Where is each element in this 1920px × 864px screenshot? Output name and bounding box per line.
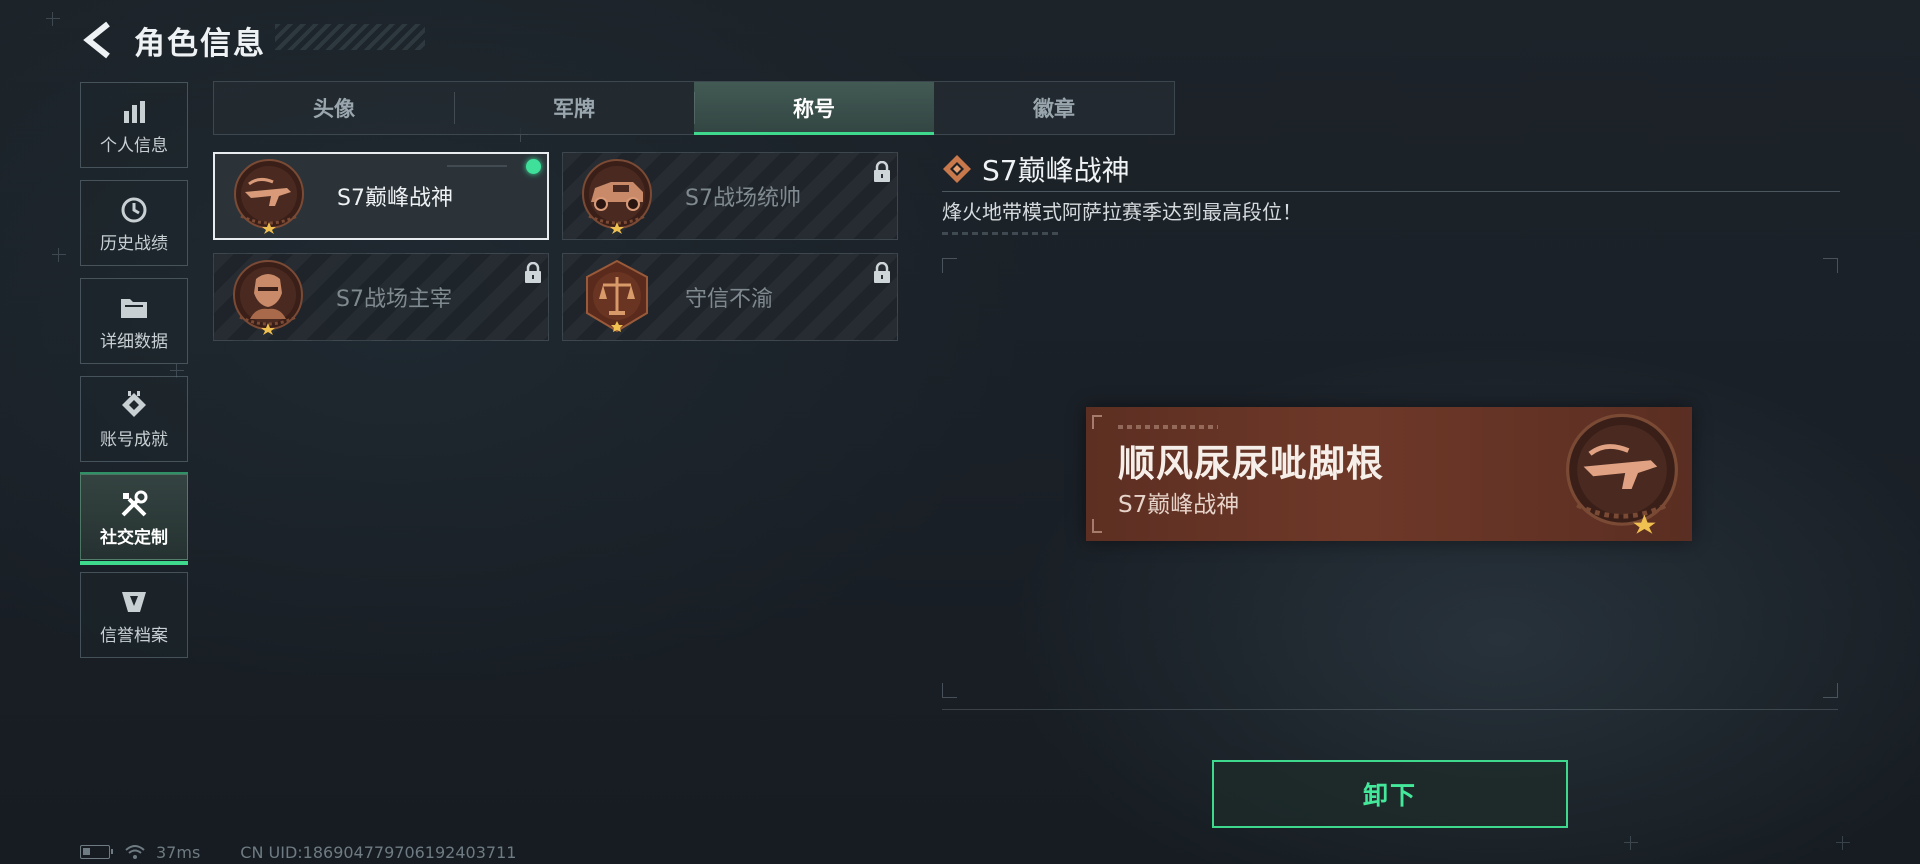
- grid-mark: [46, 12, 60, 26]
- title-card-trustworthy[interactable]: 守信不渝: [562, 253, 898, 341]
- detail-description: 烽火地带模式阿萨拉赛季达到最高段位！: [942, 200, 1302, 224]
- sidebar-item-label: 社交定制: [100, 527, 168, 548]
- credit-shield-icon: [122, 591, 146, 612]
- history-clock-icon: [121, 197, 147, 222]
- nameplate-preview: 顺风尿尿呲脚根 S7巅峰战神: [1086, 407, 1692, 541]
- player-name: 顺风尿尿呲脚根: [1118, 442, 1384, 485]
- grid-mark: [1624, 836, 1638, 850]
- title-card-s7-peak-god[interactable]: S7巅峰战神: [213, 152, 549, 240]
- unequip-button[interactable]: 卸下: [1212, 760, 1568, 828]
- category-tabs: 头像 军牌 称号 徽章: [213, 81, 1175, 135]
- sidebar-item-label: 详细数据: [100, 331, 168, 352]
- description-decoration: [942, 232, 1062, 235]
- detail-title: S7巅峰战神: [982, 154, 1130, 187]
- folder-icon: [121, 298, 147, 318]
- sidebar-item-history[interactable]: 历史战绩: [80, 180, 188, 266]
- grid-mark: [52, 248, 66, 262]
- tab-dogtag[interactable]: 军牌: [454, 82, 694, 134]
- divider: [942, 191, 1840, 192]
- back-button[interactable]: [80, 20, 116, 60]
- bar-chart-icon: [124, 100, 145, 123]
- sidebar-item-credit[interactable]: 信誉档案: [80, 572, 188, 658]
- sidebar: 个人信息 历史战绩 详细数据 账号成就 社交定制 信誉档案: [80, 82, 190, 670]
- title-decoration: [275, 24, 425, 50]
- scales-emblem-icon: [586, 259, 648, 333]
- equipped-indicator: [526, 159, 541, 174]
- lock-icon: [524, 261, 542, 288]
- tab-badge[interactable]: 徽章: [934, 82, 1174, 134]
- tools-icon: [121, 490, 148, 516]
- sidebar-item-label: 个人信息: [100, 135, 168, 156]
- tab-title[interactable]: 称号: [694, 82, 934, 135]
- title-name: S7战场统帅: [685, 186, 801, 211]
- sidebar-item-label: 信誉档案: [100, 625, 168, 646]
- title-name: S7战场主宰: [336, 287, 452, 312]
- unequip-label: 卸下: [1362, 781, 1417, 810]
- sidebar-item-label: 账号成就: [100, 429, 168, 450]
- battery-icon: [80, 845, 113, 859]
- lock-icon: [873, 160, 891, 187]
- grid-mark: [1836, 836, 1850, 850]
- user-uid: CN UID:1869047797061924037​11: [240, 842, 517, 862]
- title-detail: S7巅峰战神 烽火地带模式阿萨拉赛季达到最高段位！: [942, 150, 1842, 235]
- tab-avatar[interactable]: 头像: [214, 82, 454, 134]
- lock-icon: [873, 261, 891, 288]
- sidebar-item-label: 历史战绩: [100, 233, 168, 254]
- vehicle-emblem-icon: [582, 159, 652, 234]
- wifi-icon: [125, 845, 145, 859]
- sidebar-item-achievements[interactable]: 账号成就: [80, 376, 188, 462]
- title-card-s7-dominator[interactable]: S7战场主宰: [213, 253, 549, 341]
- status-bar: 37ms CN UID:1869047797061924037​11: [80, 842, 516, 862]
- back-arrow-icon: [83, 21, 110, 59]
- title-name: S7巅峰战神: [337, 186, 453, 211]
- sidebar-item-social[interactable]: 社交定制: [80, 472, 188, 565]
- ping-readout: 37ms: [156, 842, 201, 862]
- title-name: 守信不渝: [685, 287, 774, 312]
- title-card-s7-commander[interactable]: S7战场统帅: [562, 152, 898, 240]
- card-decoration: [447, 165, 507, 167]
- sidebar-item-profile[interactable]: 个人信息: [80, 82, 188, 168]
- page-header: 角色信息: [80, 18, 266, 62]
- diamond-rank-icon: [943, 155, 971, 183]
- nameplate-decoration: [1118, 425, 1218, 429]
- nameplate-title: S7巅峰战神: [1118, 492, 1240, 518]
- sidebar-item-details[interactable]: 详细数据: [80, 278, 188, 364]
- rifle-emblem-icon: [1566, 413, 1678, 534]
- achievement-icon: [122, 390, 146, 417]
- rifle-emblem-icon: [234, 159, 304, 234]
- soldier-emblem-icon: [233, 260, 303, 335]
- page-title: 角色信息: [134, 25, 266, 62]
